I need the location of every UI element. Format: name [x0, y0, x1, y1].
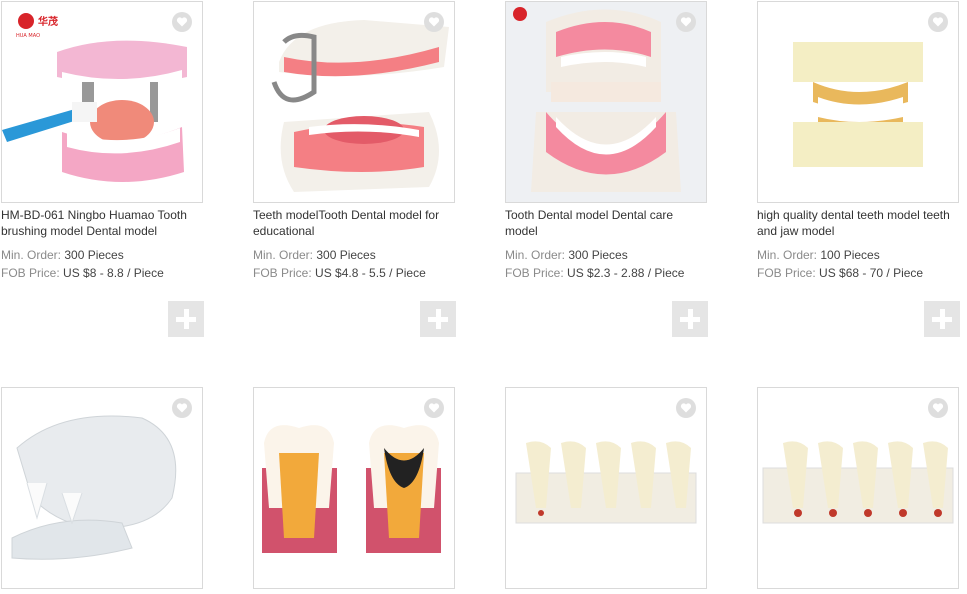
product-title[interactable]: HM-BD-061 Ningbo Huamao Tooth brushing m…: [1, 207, 205, 239]
add-plus-button[interactable]: [672, 301, 708, 337]
product-image[interactable]: [505, 387, 707, 589]
add-plus-button[interactable]: [420, 301, 456, 337]
endodontic-teeth-model-image: [506, 388, 706, 588]
add-plus-button[interactable]: [924, 301, 960, 337]
heart-icon: [680, 17, 692, 27]
heart-icon: [176, 403, 188, 413]
min-order: Min. Order: 300 Pieces: [253, 248, 376, 262]
min-order: Min. Order: 300 Pieces: [505, 248, 628, 262]
dental-care-model-image: [506, 2, 706, 202]
product-title[interactable]: Teeth modelTooth Dental model for educat…: [253, 207, 457, 239]
heart-icon: [932, 403, 944, 413]
heart-icon: [428, 17, 440, 27]
product-image[interactable]: [757, 387, 959, 589]
root-canal-teeth-model-image: [758, 388, 958, 588]
product-image[interactable]: 华茂 HUA MAO: [1, 1, 203, 203]
product-image[interactable]: [253, 1, 455, 203]
product-title[interactable]: Tooth Dental model Dental care model: [505, 207, 709, 239]
favorite-heart-icon[interactable]: [424, 398, 444, 418]
product-title[interactable]: high quality dental teeth model teeth an…: [757, 207, 961, 239]
fob-price: FOB Price: US $4.8 - 5.5 / Piece: [253, 266, 426, 280]
brand-logo-subtext: HUA MAO: [16, 33, 40, 39]
heart-icon: [932, 17, 944, 27]
product-image[interactable]: [757, 1, 959, 203]
heart-icon: [428, 403, 440, 413]
product-image[interactable]: [505, 1, 707, 203]
dental-model-image: [254, 2, 454, 202]
brand-logo-text: 华茂: [38, 15, 58, 28]
product-image[interactable]: [1, 387, 203, 589]
favorite-heart-icon[interactable]: [928, 12, 948, 32]
heart-icon: [680, 403, 692, 413]
min-order: Min. Order: 100 Pieces: [757, 248, 880, 262]
tooth-brushing-model-image: 华茂 HUA MAO: [2, 2, 202, 202]
favorite-heart-icon[interactable]: [676, 398, 696, 418]
add-plus-button[interactable]: [168, 301, 204, 337]
heart-icon: [176, 17, 188, 27]
favorite-heart-icon[interactable]: [172, 398, 192, 418]
fob-price: FOB Price: US $68 - 70 / Piece: [757, 266, 924, 280]
fob-price: FOB Price: US $2.3 - 2.88 / Piece: [505, 266, 685, 280]
fob-price: FOB Price: US $8 - 8.8 / Piece: [1, 266, 164, 280]
teeth-jaw-model-image: [758, 2, 958, 202]
tooth-cross-section-image: [254, 388, 454, 588]
favorite-heart-icon[interactable]: [676, 12, 696, 32]
transparent-skull-model-image: [2, 388, 202, 588]
favorite-heart-icon[interactable]: [928, 398, 948, 418]
favorite-heart-icon[interactable]: [172, 12, 192, 32]
favorite-heart-icon[interactable]: [424, 12, 444, 32]
min-order: Min. Order: 300 Pieces: [1, 248, 124, 262]
product-image[interactable]: [253, 387, 455, 589]
